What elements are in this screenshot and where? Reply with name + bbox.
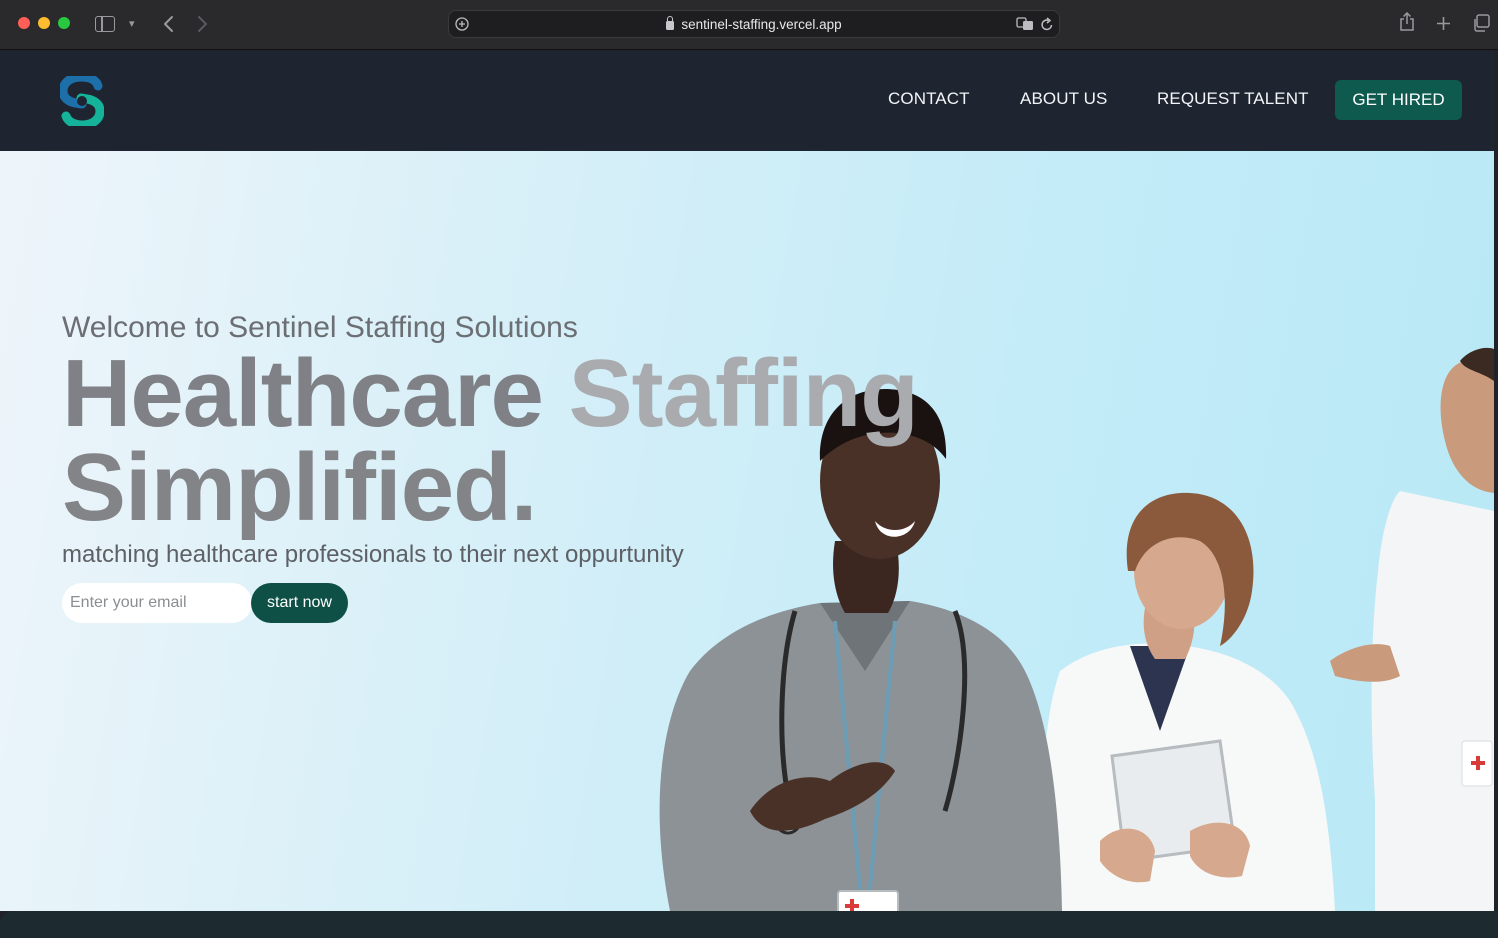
sentinel-logo[interactable] [60,76,104,126]
sidebar-toggle-icon[interactable] [95,16,115,32]
zoom-window-button[interactable] [58,17,70,29]
nav-request-talent-link[interactable]: REQUEST TALENT [1157,89,1309,109]
reload-icon[interactable] [1040,17,1054,32]
address-bar[interactable]: sentinel-staffing.vercel.app [448,10,1060,38]
chevron-down-icon[interactable]: ▾ [129,13,135,35]
back-icon[interactable] [162,15,174,33]
close-window-button[interactable] [18,17,30,29]
nav-contact-link[interactable]: CONTACT [888,89,970,109]
forward-icon[interactable] [197,15,209,33]
start-now-button[interactable]: start now [251,583,348,623]
minimize-window-button[interactable] [38,17,50,29]
hero-headline: Healthcare Staffing Simplified. [62,346,919,536]
headline-word-healthcare: Healthcare [62,340,544,447]
doctor-woman-figure [1040,492,1335,911]
tab-overview-icon[interactable] [1472,14,1490,32]
email-input[interactable] [62,583,252,623]
new-tab-icon[interactable] [1436,16,1451,31]
get-hired-button[interactable]: GET HIRED [1335,80,1462,120]
browser-toolbar: ▾ sentinel-staffing.vercel.app [0,0,1498,50]
lock-icon [666,16,675,30]
hero-section: Welcome to Sentinel Staffing Solutions H… [0,151,1494,911]
translate-icon[interactable] [1016,17,1034,31]
nav-about-us-link[interactable]: ABOUT US [1020,89,1107,109]
site-header: CONTACT ABOUT US REQUEST TALENT GET HIRE… [0,51,1494,151]
url-text: sentinel-staffing.vercel.app [681,17,842,32]
hero-subtitle: matching healthcare professionals to the… [62,541,684,568]
next-section-edge [0,911,1498,938]
headline-word-simplified: Simplified. [62,434,537,541]
headline-word-staffing: Staffing [568,340,919,447]
doctor-right-figure [1330,347,1494,911]
share-icon[interactable] [1399,12,1415,32]
